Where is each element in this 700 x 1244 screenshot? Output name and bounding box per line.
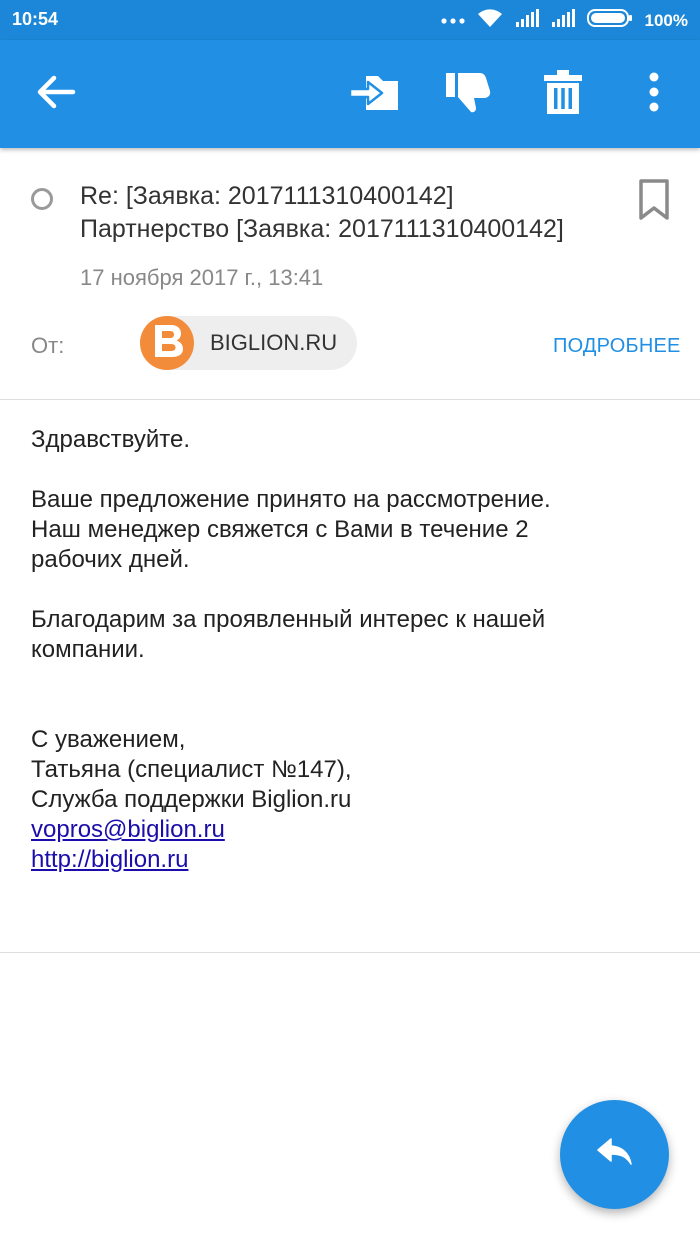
website-link[interactable]: http://biglion.ru bbox=[31, 845, 188, 875]
delete-button[interactable] bbox=[535, 66, 591, 122]
email-body: Здравствуйте. Ваше предложение принято н… bbox=[31, 425, 671, 875]
body-text-line: рабочих дней. bbox=[31, 546, 190, 573]
reply-button[interactable] bbox=[560, 1100, 669, 1209]
body-text-line: Благодарим за проявленный интерес к наше… bbox=[31, 606, 546, 633]
body-divider bbox=[0, 952, 700, 953]
email-date: 17 ноября 2017 г., 13:41 bbox=[80, 265, 324, 290]
thumbs-down-icon bbox=[444, 70, 492, 119]
move-to-folder-button[interactable] bbox=[346, 66, 402, 122]
spam-button[interactable] bbox=[440, 66, 496, 122]
body-greeting: Здравствуйте. bbox=[31, 426, 191, 453]
sender-avatar bbox=[140, 316, 194, 370]
more-options-button[interactable] bbox=[626, 66, 682, 122]
body-text-line: Ваше предложение принято на рассмотрение… bbox=[31, 486, 551, 513]
trash-icon bbox=[543, 69, 583, 120]
email-link[interactable]: vopros@biglion.ru bbox=[31, 815, 225, 845]
move-to-folder-icon bbox=[348, 72, 400, 117]
subject-line: Re: [Заявка: 2017111310400142] bbox=[80, 182, 454, 210]
battery-percentage: 100% bbox=[644, 10, 688, 30]
bookmark-button[interactable] bbox=[636, 178, 672, 222]
details-link[interactable]: ПОДРОБНЕЕ bbox=[553, 335, 681, 358]
reply-icon bbox=[596, 1137, 634, 1172]
more-vert-icon bbox=[648, 72, 660, 117]
back-button[interactable] bbox=[28, 66, 84, 122]
signal-icon bbox=[515, 8, 539, 33]
email-subject: Re: [Заявка: 2017111310400142] Партнерст… bbox=[80, 180, 620, 246]
signature-line: Служба поддержки Biglion.ru bbox=[31, 786, 352, 813]
status-time: 10:54 bbox=[12, 9, 59, 29]
battery-icon bbox=[586, 8, 633, 33]
subject-line: Партнерство [Заявка: 2017111310400142] bbox=[80, 215, 564, 243]
sender-chip[interactable]: BIGLION.RU bbox=[140, 316, 357, 370]
bookmark-icon bbox=[636, 179, 672, 226]
from-label: От: bbox=[31, 333, 65, 358]
back-arrow-icon bbox=[36, 75, 76, 114]
signature-line: Татьяна (специалист №147), bbox=[31, 756, 352, 783]
body-text-line: Наш менеджер свяжется с Вами в течение 2 bbox=[31, 516, 529, 543]
sender-name: BIGLION.RU bbox=[210, 330, 338, 355]
more-dots-icon bbox=[440, 12, 465, 30]
app-bar bbox=[0, 40, 700, 148]
unread-indicator[interactable] bbox=[31, 188, 53, 210]
wifi-icon bbox=[477, 8, 503, 33]
signal-icon bbox=[551, 8, 575, 33]
body-text-line: компании. bbox=[31, 636, 145, 663]
signature-line: С уважением, bbox=[31, 726, 186, 753]
status-icons: 100% bbox=[440, 8, 688, 33]
status-bar: 10:54 100% bbox=[0, 0, 700, 40]
biglion-logo-icon bbox=[147, 321, 187, 366]
